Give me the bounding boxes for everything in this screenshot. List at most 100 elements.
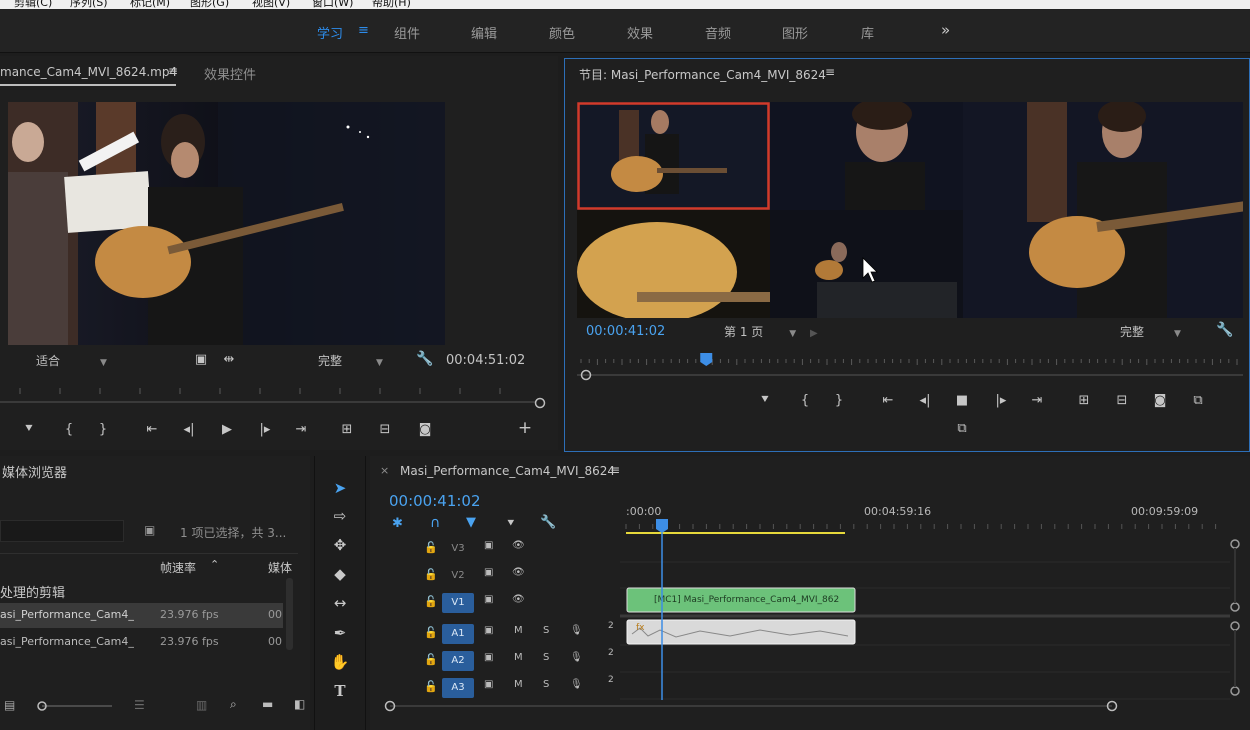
microphone-icon[interactable]: 🎙 (570, 625, 583, 636)
selection-tool-icon[interactable]: ➤ (328, 476, 352, 500)
column-media[interactable]: 媒体 (268, 559, 292, 576)
slip-tool-icon[interactable]: ↔ (328, 591, 352, 615)
track-header-v2[interactable]: 🔓 V2 ▣ 👁 (420, 562, 620, 588)
menu-help[interactable]: 帮助(H) (372, 0, 411, 9)
workspace-graphics[interactable]: 图形 (782, 23, 808, 42)
lift-icon[interactable]: ⊞ (1075, 393, 1093, 409)
eye-icon[interactable]: 👁 (512, 540, 525, 551)
play-icon[interactable]: ▶ (218, 422, 236, 438)
add-marker-icon[interactable]: ⯆ (506, 516, 516, 531)
page-dropdown[interactable]: 第 1 页 ▼ ▶ (724, 323, 818, 340)
export-frame-icon[interactable]: ▣ (192, 352, 210, 368)
pen-tool-icon[interactable]: ✒ (328, 621, 352, 645)
type-tool-icon[interactable]: T (328, 679, 352, 703)
go-to-in-icon[interactable]: ⇤ (879, 393, 897, 409)
insert-edit-icon[interactable]: ⇹ (220, 352, 238, 368)
multicam-toggle-icon[interactable]: ⧉ (953, 421, 971, 437)
menu-graphics[interactable]: 图形(G) (190, 0, 229, 9)
go-to-out-icon[interactable]: ⇥ (1028, 393, 1046, 409)
track-header-a2[interactable]: 🔓 A2 ▣ M S 🎙 2 (420, 647, 620, 673)
workspace-effects[interactable]: 效果 (627, 23, 653, 42)
compare-view-icon[interactable]: ⧉ (1189, 393, 1207, 409)
microphone-icon[interactable]: 🎙 (570, 679, 583, 690)
step-forward-icon[interactable]: |▸ (992, 393, 1010, 409)
add-marker-icon[interactable]: ⯆ (20, 422, 38, 438)
list-scrollbar[interactable] (286, 578, 293, 650)
track-header-a3[interactable]: 🔓 A3 ▣ M S 🎙 2 (420, 674, 620, 700)
wrench-icon[interactable]: 🔧 (416, 351, 434, 367)
go-to-out-icon[interactable]: ⇥ (292, 422, 310, 438)
razor-tool-icon[interactable]: ◆ (328, 562, 352, 586)
media-search-input[interactable] (0, 520, 124, 542)
stop-icon[interactable]: ■ (953, 393, 971, 409)
menu-sequence[interactable]: 序列(S) (70, 0, 108, 9)
go-to-in-icon[interactable]: ⇤ (143, 422, 161, 438)
track-header-v3[interactable]: 🔓 V3 ▣ 👁 (420, 535, 620, 561)
new-bin-icon[interactable]: ▬ (262, 697, 273, 711)
extract-icon[interactable]: ⊟ (1113, 393, 1131, 409)
sync-lock-icon[interactable]: ▣ (484, 594, 493, 605)
track-label-a3[interactable]: A3 (442, 678, 474, 698)
workspace-overflow-icon[interactable]: » (941, 21, 950, 39)
timeline-settings-wrench-icon[interactable]: 🔧 (540, 515, 556, 530)
media-browser-title[interactable]: 媒体浏览器 (2, 462, 67, 481)
track-select-tool-icon[interactable]: ⇨ (328, 504, 352, 528)
track-label-a1[interactable]: A1 (442, 624, 474, 644)
track-label-v1[interactable]: V1 (442, 593, 474, 613)
sync-lock-icon[interactable]: ▣ (484, 625, 493, 636)
list-view-icon[interactable]: ▤ (4, 698, 15, 712)
mark-out-icon[interactable]: } (94, 422, 112, 438)
lock-icon[interactable]: 🔓 (424, 626, 438, 639)
column-framerate[interactable]: 帧速率 (160, 559, 196, 576)
sort-ascending-icon[interactable]: ⌃ (210, 558, 219, 571)
menu-window[interactable]: 窗口(W) (312, 0, 353, 9)
hand-tool-icon[interactable]: ✋ (328, 650, 352, 674)
mark-in-icon[interactable]: { (796, 393, 814, 409)
add-button-icon[interactable]: + (516, 420, 534, 437)
lock-icon[interactable]: 🔓 (424, 568, 438, 581)
menu-markers[interactable]: 标记(M) (130, 0, 170, 9)
workspace-editing[interactable]: 编辑 (471, 23, 497, 42)
source-tab-menu-icon[interactable]: ≡ (168, 64, 178, 78)
workspace-learn[interactable]: 学习 (317, 23, 343, 42)
ripple-edit-tool-icon[interactable]: ✥ (328, 533, 352, 557)
track-label-v3[interactable]: V3 (442, 539, 474, 559)
track-header-v1[interactable]: 🔓 V1 ▣ 👁 (420, 589, 620, 615)
mark-in-icon[interactable]: { (60, 422, 78, 438)
program-playhead[interactable] (700, 353, 713, 366)
mark-out-icon[interactable]: } (830, 393, 848, 409)
automate-icon[interactable]: ▥ (196, 698, 207, 712)
lock-icon[interactable]: 🔓 (424, 595, 438, 608)
sequence-tab[interactable]: Masi_Performance_Cam4_MVI_8624 (400, 464, 615, 478)
workspace-color[interactable]: 颜色 (549, 23, 575, 42)
list-item[interactable]: asi_Performance_Cam4_ 23.976 fps 00 (0, 630, 283, 655)
camera-icon[interactable]: ◙ (1151, 393, 1169, 409)
close-tab-icon[interactable]: × (380, 464, 389, 477)
snap-icon[interactable]: ✱ (392, 516, 403, 531)
source-fit-dropdown[interactable]: 适合 ▼ (36, 352, 107, 369)
camera-icon[interactable]: ◙ (416, 422, 434, 438)
program-quality-dropdown[interactable]: 完整 ▼ (1120, 323, 1181, 340)
folder-icon[interactable]: ▣ (144, 523, 155, 537)
eye-icon[interactable]: 👁 (512, 567, 525, 578)
source-video-frame[interactable] (8, 102, 445, 345)
search-icon[interactable]: ⌕ (230, 697, 237, 712)
program-multicam-view[interactable] (577, 102, 1243, 318)
sync-lock-icon[interactable]: ▣ (484, 567, 493, 578)
overwrite-icon[interactable]: ⊟ (376, 422, 394, 438)
source-quality-dropdown[interactable]: 完整 ▼ (318, 352, 383, 369)
mute-button[interactable]: M (514, 679, 523, 690)
source-clip-tab[interactable]: mance_Cam4_MVI_8624.mp4 (0, 65, 177, 79)
sync-lock-icon[interactable]: ▣ (484, 652, 493, 663)
program-timecode[interactable]: 00:00:41:02 (586, 324, 665, 339)
workspace-menu-icon[interactable]: ≡ (358, 23, 369, 38)
mute-button[interactable]: M (514, 625, 523, 636)
sequence-tab-menu-icon[interactable]: ≡ (610, 463, 620, 477)
menu-clip[interactable]: 剪辑(C) (14, 0, 52, 9)
list-item-selected[interactable]: asi_Performance_Cam4_ 23.976 fps 00 (0, 603, 283, 628)
solo-button[interactable]: S (543, 625, 549, 636)
workspace-libraries[interactable]: 库 (861, 23, 874, 42)
program-menu-icon[interactable]: ≡ (825, 65, 835, 79)
program-time-ruler[interactable] (577, 347, 1247, 381)
group-label[interactable]: 处理的剪辑 (0, 582, 65, 601)
